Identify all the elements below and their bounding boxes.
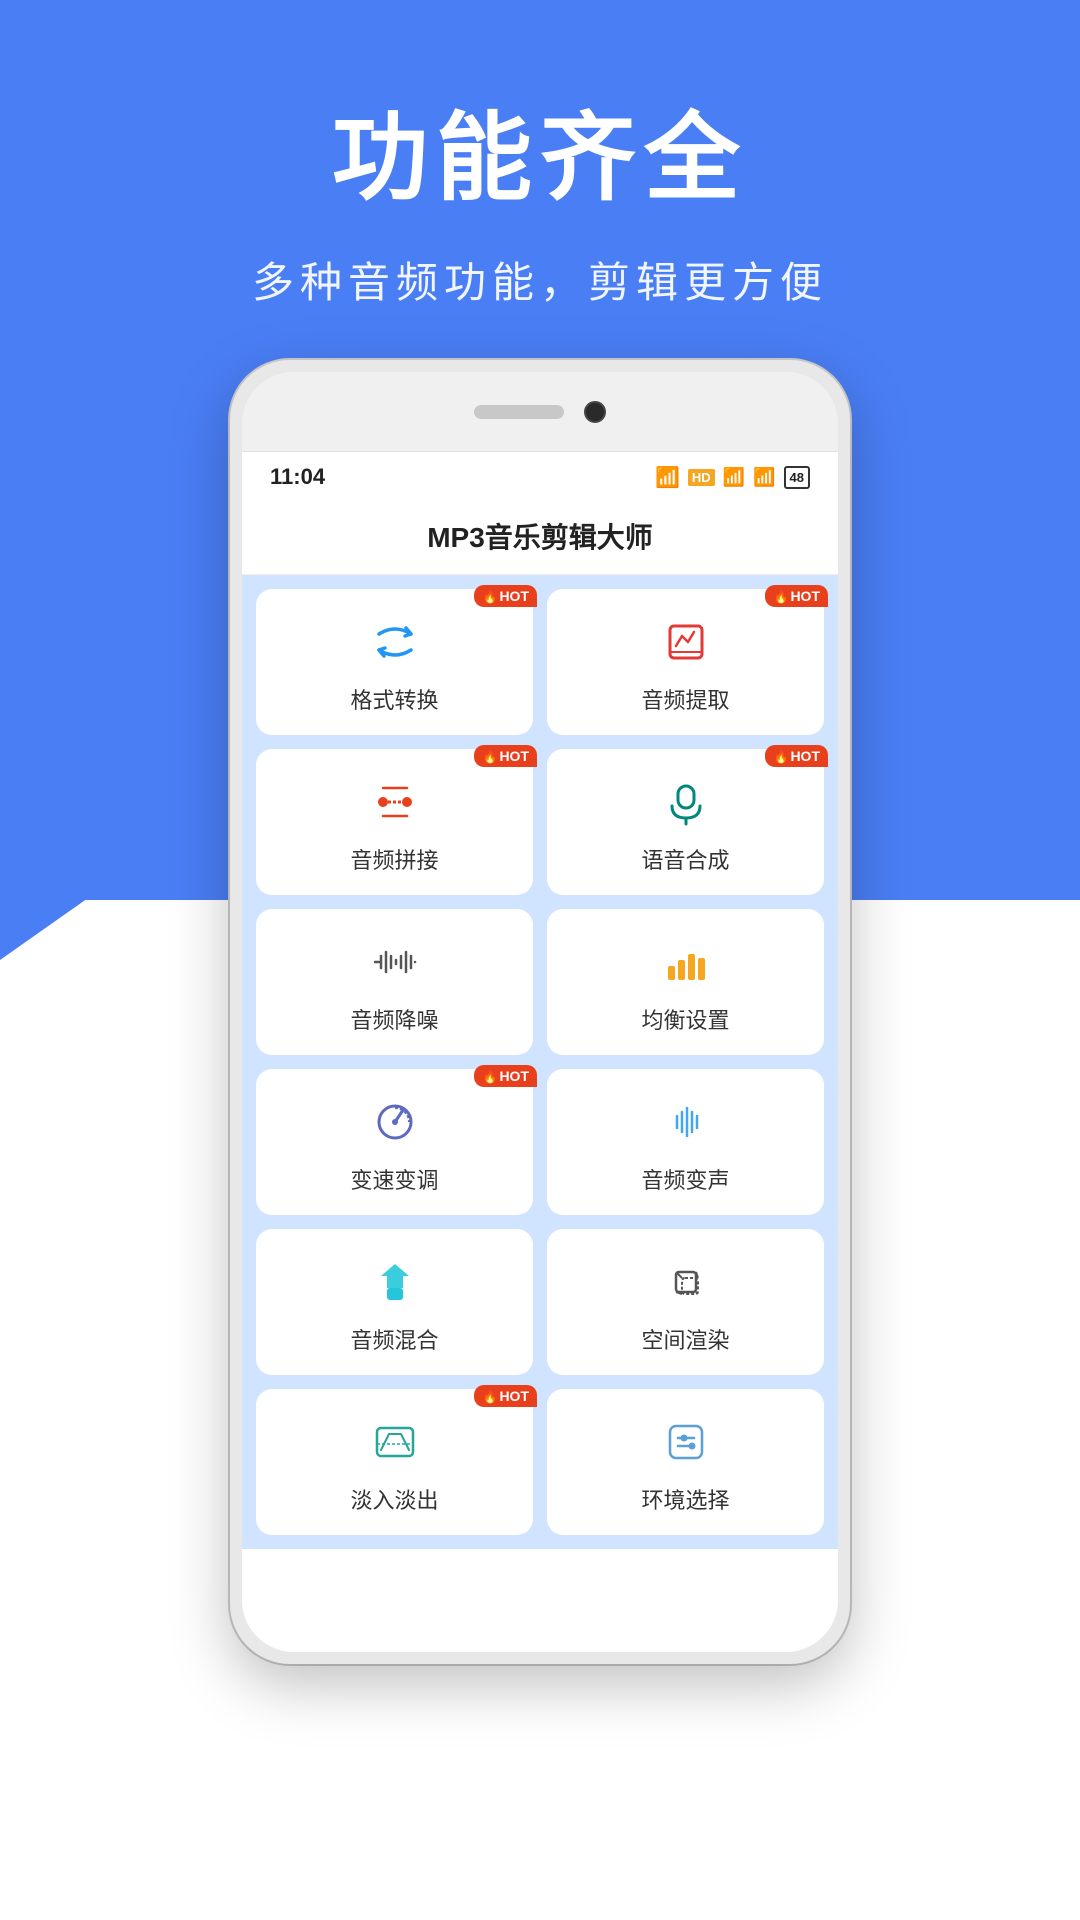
speed-pitch-label: 变速变调 <box>350 1163 438 1195</box>
status-time: 11:04 <box>270 464 325 490</box>
signal-icon2: 📶 <box>753 467 775 488</box>
phone-screen: 11:04 📶 HD 📶 📶 48 MP3音乐剪辑大师 HOT <box>242 452 838 1652</box>
hot-badge-speed: HOT <box>474 1065 537 1087</box>
phone-outer: 11:04 📶 HD 📶 📶 48 MP3音乐剪辑大师 HOT <box>230 360 850 1664</box>
speaker-grill <box>474 405 564 419</box>
features-grid: HOT 格式转换 HOT <box>242 575 838 1549</box>
denoise-icon <box>368 935 422 989</box>
battery-indicator: 48 <box>784 466 810 489</box>
hot-badge-extract: HOT <box>765 585 828 607</box>
hot-badge-format: HOT <box>474 585 537 607</box>
eq-icon <box>659 935 713 989</box>
status-bar: 11:04 📶 HD 📶 📶 48 <box>242 452 838 502</box>
phone-hardware <box>242 372 838 452</box>
fade-icon <box>368 1415 422 1469</box>
audio-mix-icon <box>368 1255 422 1309</box>
wifi-icon: 📶 <box>655 465 680 490</box>
audio-extract-label: 音频提取 <box>641 683 729 715</box>
eq-label: 均衡设置 <box>641 1003 729 1035</box>
header-section: 功能齐全 多种音频功能，剪辑更方便 <box>0 80 1080 310</box>
env-select-icon <box>659 1415 713 1469</box>
render-icon <box>659 1255 713 1309</box>
sub-title: 多种音频功能，剪辑更方便 <box>0 249 1080 310</box>
voice-change-label: 音频变声 <box>641 1163 729 1195</box>
phone-mockup: 11:04 📶 HD 📶 📶 48 MP3音乐剪辑大师 HOT <box>230 360 850 1664</box>
format-convert-label: 格式转换 <box>350 683 438 715</box>
feature-card-equalizer[interactable]: 均衡设置 <box>547 909 824 1055</box>
main-title: 功能齐全 <box>0 80 1080 219</box>
hot-badge-fade: HOT <box>474 1385 537 1407</box>
tts-label: 语音合成 <box>641 843 729 875</box>
speed-pitch-icon <box>368 1095 422 1149</box>
status-icons: 📶 HD 📶 📶 48 <box>655 465 810 490</box>
render-label: 空间渲染 <box>641 1323 729 1355</box>
audio-mix-label: 音频混合 <box>350 1323 438 1355</box>
feature-card-voice-change[interactable]: 音频变声 <box>547 1069 824 1215</box>
feature-card-3d-render[interactable]: 空间渲染 <box>547 1229 824 1375</box>
env-select-label: 环境选择 <box>641 1483 729 1515</box>
feature-card-format-convert[interactable]: HOT 格式转换 <box>256 589 533 735</box>
hot-badge-splice: HOT <box>474 745 537 767</box>
feature-card-fade[interactable]: HOT 淡入淡出 <box>256 1389 533 1535</box>
signal-icon: 📶 <box>723 467 745 488</box>
camera-dot <box>584 401 606 423</box>
fade-label: 淡入淡出 <box>350 1483 438 1515</box>
feature-card-env-select[interactable]: 环境选择 <box>547 1389 824 1535</box>
feature-card-denoise[interactable]: 音频降噪 <box>256 909 533 1055</box>
format-convert-icon <box>368 615 422 669</box>
feature-card-speed-pitch[interactable]: HOT 变速变调 <box>256 1069 533 1215</box>
feature-card-audio-splice[interactable]: HOT 音频拼接 <box>256 749 533 895</box>
hot-badge-tts: HOT <box>765 745 828 767</box>
audio-extract-icon <box>659 615 713 669</box>
feature-card-tts[interactable]: HOT 语音合成 <box>547 749 824 895</box>
feature-card-audio-mix[interactable]: 音频混合 <box>256 1229 533 1375</box>
tts-icon <box>659 775 713 829</box>
voice-change-icon <box>659 1095 713 1149</box>
denoise-label: 音频降噪 <box>350 1003 438 1035</box>
app-title: MP3音乐剪辑大师 <box>242 502 838 575</box>
audio-splice-label: 音频拼接 <box>350 843 438 875</box>
feature-card-audio-extract[interactable]: HOT 音频提取 <box>547 589 824 735</box>
phone-inner: 11:04 📶 HD 📶 📶 48 MP3音乐剪辑大师 HOT <box>242 372 838 1652</box>
hd-badge: HD <box>688 469 715 486</box>
audio-splice-icon <box>368 775 422 829</box>
